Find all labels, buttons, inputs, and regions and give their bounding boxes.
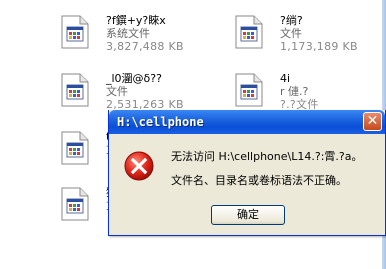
file-size: 1,173,189 KB (280, 40, 358, 53)
file-item[interactable]: ?f鐉+y?睞x 系统文件 3,827,488 KB (60, 14, 230, 70)
file-icon (234, 72, 264, 108)
error-message: 无法访问 H:\cellphone\L14.?:霄.?a。 (171, 150, 363, 163)
file-type: 文件 (280, 27, 302, 40)
ok-button[interactable]: 确定 (211, 205, 285, 225)
file-icon (60, 186, 90, 222)
error-icon (123, 150, 155, 182)
file-name: ?f鐉+y?睞x (106, 14, 166, 27)
file-icon (60, 130, 90, 166)
dialog-title: H:\cellphone (117, 115, 204, 129)
file-item[interactable]: ?绱? 文件 1,173,189 KB (234, 14, 386, 70)
file-icon (60, 72, 90, 108)
file-name: ?绱? (280, 14, 303, 27)
file-name: 4i (280, 72, 291, 85)
dialog-titlebar[interactable]: H:\cellphone ✕ (109, 110, 385, 134)
file-type: 系统文件 (106, 27, 150, 40)
file-type: 文件 (106, 85, 128, 98)
close-button[interactable]: ✕ (363, 112, 382, 131)
file-type: r 僆.? (280, 85, 309, 98)
file-size: 3,827,488 KB (106, 40, 184, 53)
file-name: _l0潿@δ?? (106, 72, 162, 85)
error-detail: 文件名、目录名或卷标语法不正确。 (171, 174, 347, 187)
error-dialog: H:\cellphone ✕ 无法访问 H:\cellphone\L14.?:霄… (108, 110, 386, 236)
file-icon (234, 14, 264, 50)
file-icon (60, 14, 90, 50)
